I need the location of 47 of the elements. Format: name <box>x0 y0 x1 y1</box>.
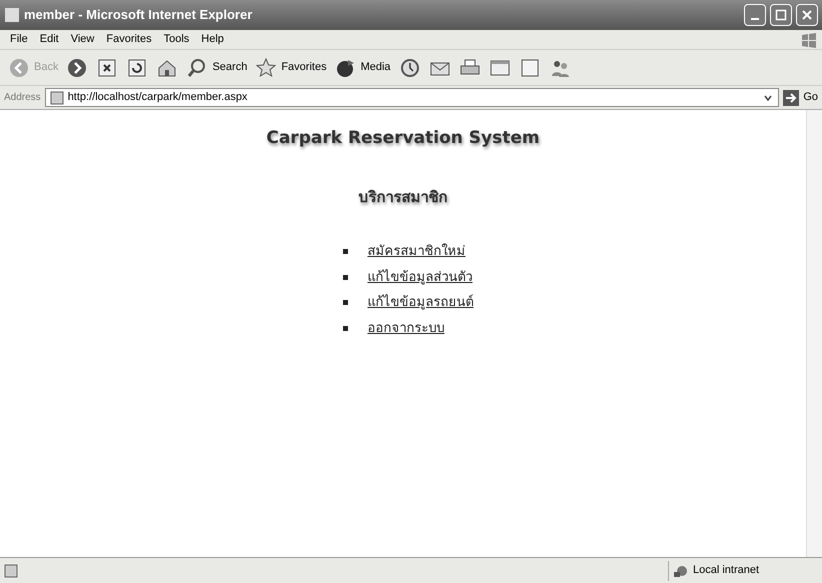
menu-link[interactable]: ออกจากระบบ <box>368 318 444 338</box>
page-icon <box>4 564 18 578</box>
address-field[interactable]: http://localhost/carpark/member.aspx <box>44 88 780 107</box>
zone-label: Local intranet <box>693 563 760 578</box>
clock-icon <box>398 56 421 78</box>
menu-link[interactable]: สมัครสมาชิกใหม่ <box>368 242 466 262</box>
maximize-icon <box>775 9 787 21</box>
page-title: Carpark Reservation System <box>266 127 540 150</box>
toolbar-button[interactable]: Search <box>186 56 248 78</box>
bullet-icon <box>342 300 348 306</box>
toolbar-button[interactable]: Favorites <box>255 56 327 78</box>
bullet-icon <box>342 274 348 280</box>
menu-item[interactable]: Favorites <box>100 31 158 48</box>
scrollbar[interactable] <box>806 110 822 557</box>
browser-icon <box>4 7 20 23</box>
menu-item[interactable]: File <box>4 31 34 48</box>
close-button[interactable] <box>796 4 818 26</box>
toolbar-button[interactable] <box>66 56 88 78</box>
minimize-icon <box>751 18 759 20</box>
windows-logo-icon <box>800 32 818 48</box>
refresh-icon <box>126 56 148 78</box>
maximize-button[interactable] <box>770 4 792 26</box>
bullet-icon <box>342 249 348 254</box>
toolbar-button[interactable] <box>518 56 541 78</box>
menu-item[interactable]: View <box>64 31 100 48</box>
go-button[interactable]: Go <box>783 89 818 106</box>
star-icon <box>255 56 278 78</box>
menu-item[interactable]: Help <box>195 31 230 48</box>
toolbar-button[interactable]: Media <box>334 56 391 78</box>
bullet-icon <box>342 326 348 331</box>
menu-link[interactable]: แก้ไขข้อมูลส่วนตัว <box>368 268 472 287</box>
toolbar-button[interactable] <box>398 56 421 78</box>
toolbar-button[interactable] <box>126 56 148 78</box>
minimize-button[interactable] <box>744 4 766 26</box>
menu-item[interactable]: Tools <box>158 31 196 48</box>
close-icon <box>801 9 813 21</box>
toolbar-button[interactable] <box>96 56 118 78</box>
address-label: Address <box>4 91 41 105</box>
blank-page-icon <box>518 56 541 78</box>
page-subtitle: บริการสมาชิก <box>358 186 448 208</box>
stop-icon <box>96 56 118 78</box>
arrow-icon <box>783 90 800 106</box>
window-title: member - Microsoft Internet Explorer <box>24 6 252 24</box>
menu-item[interactable]: Edit <box>34 31 65 48</box>
menu-link[interactable]: แก้ไขข้อมูลรถยนต์ <box>368 293 474 312</box>
page-icon <box>50 90 64 104</box>
network-icon <box>673 564 689 578</box>
